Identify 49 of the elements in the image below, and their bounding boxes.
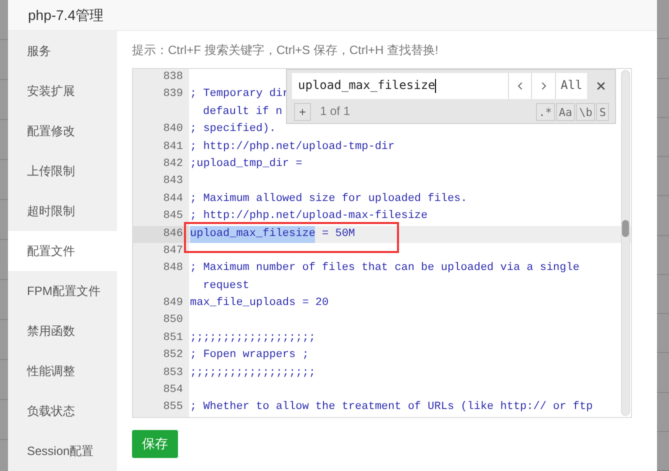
line-number: 849 — [133, 295, 189, 312]
next-match-button[interactable] — [531, 73, 555, 99]
search-option-button[interactable]: .* — [536, 103, 555, 121]
line-number: 847 — [133, 242, 189, 260]
code-text: ; Maximum allowed size for uploaded files. — [190, 192, 468, 207]
close-icon — [595, 80, 607, 92]
line-number: 842 — [133, 156, 189, 174]
code-text: ; http://php.net/upload-max-filesize — [190, 209, 428, 224]
code-text: = 50M — [321, 226, 356, 242]
line-number: 840 — [133, 121, 189, 139]
code-text: ;;;;;;;;;;;;;;;;;;; — [190, 366, 316, 381]
search-option-button[interactable]: S — [596, 103, 609, 121]
match-count: 1 of 1 — [320, 103, 350, 120]
code-text: ;upload_tmp_dir = — [190, 156, 302, 172]
code-text: ;;;;;;;;;;;;;;;;;;; — [190, 330, 316, 346]
line-number: 845 — [133, 208, 189, 226]
line-number: 839 — [133, 86, 189, 104]
line-number: 838 — [133, 69, 189, 86]
line-number: 846 — [133, 226, 189, 243]
line-number: 843 — [133, 173, 189, 191]
code-text: default if n — [202, 104, 282, 120]
code-text: ; specified). — [190, 122, 276, 138]
previous-match-button[interactable] — [508, 73, 531, 99]
expand-button[interactable]: + — [294, 103, 311, 121]
code-text: max_file_uploads = 20 — [190, 296, 329, 312]
line-number: 854 — [133, 382, 189, 400]
line-number: 852 — [133, 347, 189, 365]
sidebar-item[interactable]: 配置文件 — [8, 231, 117, 271]
search-match: upload_max_filesize — [190, 226, 316, 243]
code-text: ; Fopen wrappers ; — [190, 348, 309, 364]
code-text: request — [202, 278, 250, 294]
line-number: 841 — [133, 138, 189, 156]
line-number: 851 — [133, 330, 189, 348]
line-number: 853 — [133, 364, 189, 382]
code-text: ; Whether to allow the treatment of URLs (like http:// or ftp — [190, 400, 593, 416]
search-field[interactable]: upload_max_filesize — [292, 73, 508, 99]
hint-text: 提示：Ctrl+F 搜索关键字，Ctrl+S 保存，Ctrl+H 查找替换! — [132, 42, 438, 58]
scrollbar[interactable] — [621, 70, 630, 416]
search-option-button[interactable]: Aa — [556, 103, 576, 121]
code-text: ; http://php.net/upload-tmp-dir — [190, 140, 395, 155]
code-editor[interactable] — [132, 68, 632, 418]
line-number: 850 — [133, 312, 189, 330]
all-button[interactable]: All — [555, 73, 587, 99]
window-title: php-7.4管理 — [28, 6, 104, 25]
search-option-button[interactable]: \b — [576, 103, 596, 121]
line-number: 848 — [133, 260, 189, 278]
line-number: 855 — [133, 399, 189, 417]
code-text: ; Maximum number of files that can be uploaded via a single — [190, 261, 580, 276]
line-number: 844 — [133, 190, 189, 208]
